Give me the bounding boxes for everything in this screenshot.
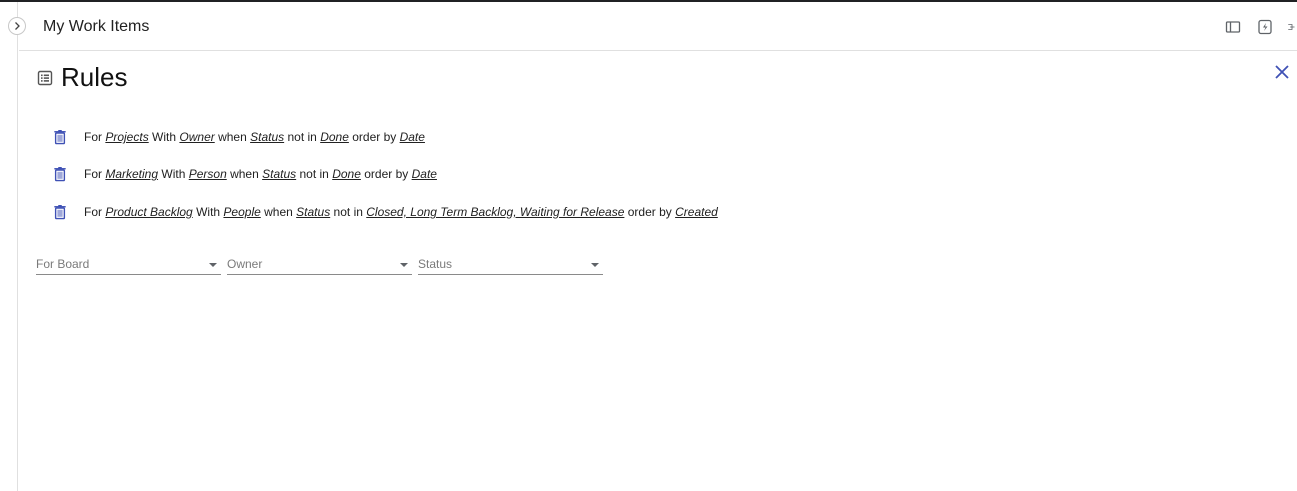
dropdown-arrow-icon (400, 263, 408, 267)
rule-row: For Projects With Owner when Status not … (52, 127, 425, 147)
board-value[interactable]: Marketing (105, 167, 158, 181)
sidebar-panel-icon[interactable] (1223, 17, 1243, 37)
order-by-label: order by (364, 167, 409, 181)
order-by-label: order by (627, 205, 672, 219)
for-label: For (84, 167, 102, 181)
for-board-placeholder: For Board (36, 257, 90, 271)
rule-text: For Marketing With Person when Status no… (84, 167, 437, 181)
with-label: With (161, 167, 186, 181)
when-label: when (230, 167, 259, 181)
rule-text: For Product Backlog With People when Sta… (84, 205, 718, 219)
board-value[interactable]: Product Backlog (105, 205, 192, 219)
quick-access-icon[interactable] (1255, 17, 1275, 37)
with-label: With (152, 130, 177, 144)
not-in-label: not in (287, 130, 317, 144)
owner-placeholder: Owner (227, 257, 263, 271)
dropdown-arrow-icon (591, 263, 599, 267)
rule-row: For Product Backlog With People when Sta… (52, 202, 718, 222)
rule-row: For Marketing With Person when Status no… (52, 164, 437, 184)
for-label: For (84, 205, 102, 219)
order-field-value[interactable]: Date (400, 130, 425, 144)
when-label: when (218, 130, 247, 144)
order-by-label: order by (352, 130, 397, 144)
page-title: My Work Items (43, 18, 150, 35)
split-icon[interactable] (1287, 17, 1297, 37)
when-label: when (264, 205, 293, 219)
order-field-value[interactable]: Created (675, 205, 718, 219)
order-field-value[interactable]: Date (412, 167, 437, 181)
delete-rule-button[interactable] (52, 165, 68, 183)
with-label: With (196, 205, 221, 219)
rule-text: For Projects With Owner when Status not … (84, 130, 425, 144)
person-field-value[interactable]: Owner (179, 130, 214, 144)
status-field-value[interactable]: Status (296, 205, 330, 219)
excluded-status-value[interactable]: Closed, Long Term Backlog, Waiting for R… (366, 205, 624, 219)
for-label: For (84, 130, 102, 144)
excluded-status-value[interactable]: Done (320, 130, 349, 144)
person-field-value[interactable]: Person (189, 167, 227, 181)
trash-icon (54, 130, 66, 145)
status-field-value[interactable]: Status (250, 130, 284, 144)
board-value[interactable]: Projects (105, 130, 148, 144)
page-header: My Work Items (19, 2, 1297, 51)
header-toolbar (1211, 17, 1297, 37)
not-in-label: not in (299, 167, 329, 181)
rules-panel-header: Rules (37, 62, 127, 93)
panel-title: Rules (61, 62, 128, 92)
for-board-select[interactable]: For Board (36, 253, 221, 275)
close-icon[interactable] (1273, 63, 1291, 81)
status-placeholder: Status (418, 257, 453, 271)
status-select[interactable]: Status (418, 253, 603, 275)
trash-icon (54, 205, 66, 220)
delete-rule-button[interactable] (52, 203, 68, 221)
list-icon (37, 70, 53, 85)
left-rail (0, 2, 18, 491)
status-field-value[interactable]: Status (262, 167, 296, 181)
not-in-label: not in (333, 205, 363, 219)
person-field-value[interactable]: People (223, 205, 260, 219)
owner-select[interactable]: Owner (227, 253, 412, 275)
delete-rule-button[interactable] (52, 128, 68, 146)
new-rule-form: For Board Owner Status (36, 253, 609, 275)
trash-icon (54, 167, 66, 182)
dropdown-arrow-icon (209, 263, 217, 267)
excluded-status-value[interactable]: Done (332, 167, 361, 181)
